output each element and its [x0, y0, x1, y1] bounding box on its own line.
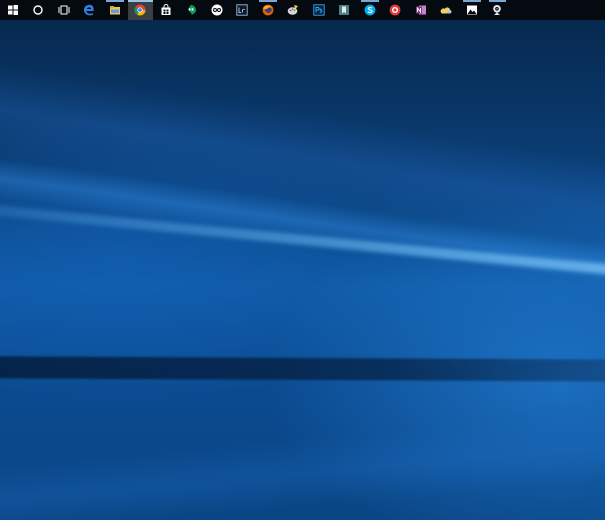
taskbar-app-store[interactable]	[153, 0, 179, 20]
taskbar-app-paint[interactable]	[281, 0, 307, 20]
gopro-icon	[211, 4, 223, 16]
cortana-search-button[interactable]	[26, 0, 52, 20]
start-button[interactable]	[0, 0, 26, 20]
taskbar-app-photos[interactable]	[459, 0, 485, 20]
taskbar-app-edge[interactable]	[77, 0, 103, 20]
taskbar	[0, 0, 605, 20]
taskbar-app-onenote[interactable]	[408, 0, 434, 20]
wallpaper-dark-band	[0, 356, 605, 382]
chrome-icon	[134, 4, 146, 16]
wallpaper-light-beam	[0, 403, 605, 520]
file-explorer-icon	[109, 6, 120, 15]
windows-start-icon	[7, 5, 18, 15]
skype-icon	[364, 4, 376, 16]
taskbar-app-lightroom[interactable]	[230, 0, 256, 20]
taskbar-app-firefox[interactable]	[255, 0, 281, 20]
taskbar-app-photoshop[interactable]	[306, 0, 332, 20]
cortana-search-icon	[33, 5, 43, 15]
desktop-wallpaper	[0, 0, 605, 520]
photoshop-icon	[313, 4, 325, 16]
taskbar-app-webcam[interactable]	[485, 0, 511, 20]
webcam-icon	[493, 5, 502, 15]
store-icon	[161, 4, 171, 15]
taskbar-app-skype[interactable]	[357, 0, 383, 20]
paint-icon	[287, 5, 299, 15]
firefox-icon	[262, 4, 274, 16]
task-view-button[interactable]	[51, 0, 77, 20]
onenote-icon	[415, 5, 426, 15]
taskbar-app-onedrive[interactable]	[434, 0, 460, 20]
edge-browser-icon	[84, 4, 94, 16]
taskbar-app-bookmark[interactable]	[332, 0, 358, 20]
taskbar-app-gopro[interactable]	[204, 0, 230, 20]
taskbar-app-chrome[interactable]	[127, 0, 153, 20]
task-view-icon	[58, 5, 70, 15]
bookmark-app-icon	[339, 5, 350, 15]
taskbar-app-hangouts[interactable]	[179, 0, 205, 20]
lightroom-icon	[236, 4, 248, 16]
record-app-icon	[389, 4, 401, 16]
hangouts-icon	[188, 5, 197, 15]
onedrive-icon	[440, 7, 452, 14]
taskbar-app-file-explorer[interactable]	[102, 0, 128, 20]
taskbar-app-record[interactable]	[383, 0, 409, 20]
photos-icon	[466, 5, 477, 15]
